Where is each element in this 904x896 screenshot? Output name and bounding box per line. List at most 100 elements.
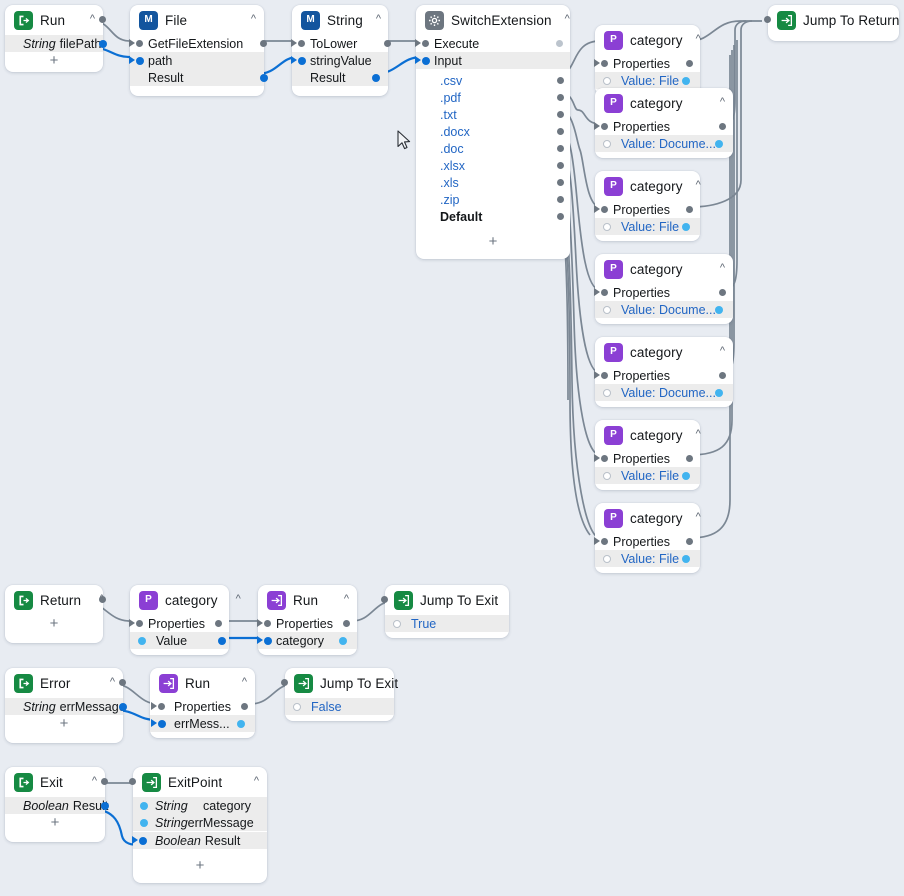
node-header[interactable]: P category ^ — [595, 254, 733, 284]
exec-in-port[interactable] — [601, 538, 608, 545]
node-header[interactable]: ExitPoint ^ — [129, 767, 267, 797]
case-row-doc[interactable]: .doc — [416, 140, 570, 157]
collapse-chevron-icon[interactable]: ^ — [714, 262, 725, 274]
case-out-port[interactable] — [557, 162, 564, 169]
row-value[interactable]: Value: Docume... — [595, 301, 733, 318]
exec-out-port[interactable] — [719, 123, 726, 130]
case-row-csv[interactable]: .csv — [416, 72, 570, 89]
row-properties[interactable]: Properties — [129, 615, 229, 632]
node-jump-to-exit-false[interactable]: Jump To Exit False — [281, 668, 398, 721]
node-exit-point[interactable]: ExitPoint ^ String category String errMe… — [129, 767, 267, 883]
exec-out-port[interactable] — [343, 620, 350, 627]
node-header[interactable]: M String ^ — [292, 5, 388, 35]
node-header[interactable]: M File ^ — [130, 5, 264, 35]
node-return-entry[interactable]: Return ^ + — [5, 585, 106, 643]
row-errMessage[interactable]: String errMessage — [5, 698, 127, 715]
collapse-chevron-icon[interactable]: ^ — [690, 428, 701, 440]
exec-out-port[interactable] — [384, 40, 391, 47]
exec-in-port[interactable] — [264, 620, 271, 627]
row-Result[interactable]: Result — [292, 69, 388, 86]
data-out-port[interactable] — [99, 39, 107, 48]
collapse-chevron-icon[interactable]: ^ — [245, 13, 256, 25]
row-errMessage[interactable]: errMess... — [150, 715, 255, 732]
exec-in-port[interactable] — [129, 778, 136, 785]
data-in-port[interactable] — [157, 719, 166, 728]
exec-in-port[interactable] — [601, 206, 608, 213]
case-out-port[interactable] — [557, 213, 564, 220]
row-stringValue[interactable]: stringValue — [291, 52, 388, 69]
row-result[interactable]: Boolean Result — [132, 832, 267, 849]
case-row-xlsx[interactable]: .xlsx — [416, 157, 570, 174]
exec-out-port[interactable] — [260, 40, 267, 47]
value-toggle-icon[interactable] — [293, 702, 301, 711]
node-header[interactable]: Return ^ — [5, 585, 106, 615]
data-out-port[interactable] — [218, 636, 226, 645]
row-value[interactable]: Value: File — [595, 72, 700, 89]
flow-canvas[interactable]: Run ^ String filePath + M File ^ GetFile… — [0, 0, 904, 896]
data-out-port[interactable] — [682, 222, 690, 231]
row-path[interactable]: path — [129, 52, 264, 69]
node-error-entry[interactable]: Error ^ String errMessage + — [5, 668, 127, 743]
value-toggle-icon[interactable] — [603, 388, 611, 397]
row-filePath[interactable]: String filePath — [5, 35, 107, 52]
row-Result[interactable]: Result — [130, 69, 268, 86]
node-run-entry[interactable]: Run ^ String filePath + — [5, 5, 107, 72]
node-header[interactable]: P category ^ — [595, 171, 701, 201]
exec-out-port[interactable] — [99, 16, 106, 23]
row-category[interactable]: String category — [133, 797, 267, 814]
exec-in-port[interactable] — [601, 289, 608, 296]
node-jump-to-exit-true[interactable]: Jump To Exit True — [381, 585, 509, 638]
case-out-port[interactable] — [557, 128, 564, 135]
collapse-chevron-icon[interactable]: ^ — [714, 96, 725, 108]
row-properties[interactable]: Properties — [594, 367, 733, 384]
node-category-2[interactable]: P category ^ Properties Value: Docume... — [594, 88, 733, 158]
data-out-port[interactable] — [237, 719, 245, 728]
node-string[interactable]: M String ^ ToLower stringValue Result — [291, 5, 391, 96]
data-in-port[interactable] — [138, 636, 146, 645]
node-category-7[interactable]: P category ^ Properties Value: File — [594, 503, 701, 573]
case-out-port[interactable] — [557, 94, 564, 101]
value-toggle-icon[interactable] — [603, 76, 611, 85]
node-return-run[interactable]: Run ^ Properties category — [257, 585, 357, 655]
case-row-pdf[interactable]: .pdf — [416, 89, 570, 106]
node-header[interactable]: Jump To Exit — [281, 668, 398, 698]
case-out-port[interactable] — [557, 77, 564, 84]
row-value[interactable]: Value: File — [595, 218, 700, 235]
exec-out-port[interactable] — [101, 778, 108, 785]
exec-out-port[interactable] — [719, 289, 726, 296]
node-return-category[interactable]: P category ^ Properties Value — [129, 585, 241, 655]
exec-out-port[interactable] — [241, 703, 248, 710]
add-row-button[interactable]: + — [5, 615, 103, 635]
row-GetFileExtension[interactable]: GetFileExtension — [129, 35, 267, 52]
row-properties[interactable]: Properties — [594, 533, 700, 550]
node-header[interactable]: Jump To Return — [764, 5, 899, 35]
node-exit-entry[interactable]: Exit ^ Boolean Result + — [5, 767, 109, 842]
node-header[interactable]: Run ^ — [5, 5, 106, 35]
collapse-chevron-icon[interactable]: ^ — [370, 13, 381, 25]
case-out-port[interactable] — [557, 196, 564, 203]
data-out-port[interactable] — [339, 636, 347, 645]
node-header[interactable]: P category ^ — [595, 503, 701, 533]
exec-in-port[interactable] — [764, 16, 771, 23]
row-properties[interactable]: Properties — [257, 615, 357, 632]
exec-in-port[interactable] — [158, 703, 165, 710]
case-out-port[interactable] — [557, 145, 564, 152]
row-value[interactable]: Value: File — [595, 467, 700, 484]
case-row-xls[interactable]: .xls — [416, 174, 570, 191]
data-out-port[interactable] — [372, 73, 380, 82]
node-header[interactable]: Run ^ — [258, 585, 357, 615]
data-out-port[interactable] — [101, 801, 109, 810]
collapse-chevron-icon[interactable]: ^ — [690, 33, 701, 45]
exec-out-port[interactable] — [686, 455, 693, 462]
value-toggle-icon[interactable] — [603, 139, 611, 148]
data-out-port[interactable] — [715, 305, 723, 314]
node-error-run[interactable]: Run ^ Properties errMess... — [150, 668, 255, 738]
exec-in-port[interactable] — [601, 60, 608, 67]
node-header[interactable]: P category ^ — [595, 337, 733, 367]
case-out-port[interactable] — [557, 179, 564, 186]
row-properties[interactable]: Properties — [150, 698, 255, 715]
node-header[interactable]: Jump To Exit — [381, 585, 509, 615]
exec-out-port[interactable] — [215, 620, 222, 627]
add-row-button[interactable]: + — [5, 814, 105, 834]
add-row-button[interactable]: + — [5, 52, 103, 72]
